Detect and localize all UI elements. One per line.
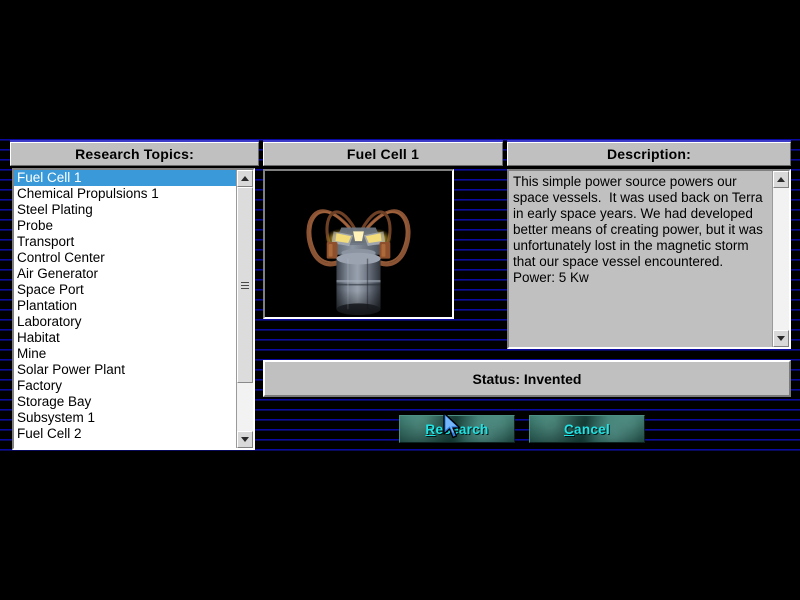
list-item[interactable]: Solar Power Plant (14, 362, 236, 378)
selected-topic-header-label: Fuel Cell 1 (346, 146, 420, 162)
research-topics-header-label: Research Topics: (75, 146, 194, 162)
list-item[interactable]: Space Port (14, 282, 236, 298)
research-list-scroll-up-button[interactable] (237, 170, 253, 187)
list-item[interactable]: Plantation (14, 298, 236, 314)
list-item[interactable]: Laboratory (14, 314, 236, 330)
research-topics-list[interactable]: Fuel Cell 1 Chemical Propulsions 1 Steel P… (14, 170, 236, 448)
list-item[interactable]: Factory (14, 378, 236, 394)
description-header-label: Description: (606, 146, 692, 162)
status-label: Status: Invented (472, 370, 582, 387)
research-button-label: Research (425, 422, 488, 437)
list-item[interactable]: Control Center (14, 250, 236, 266)
research-topics-header: Research Topics: (10, 142, 259, 166)
description-text: This simple power source powers our spac… (513, 174, 767, 285)
research-button[interactable]: Research (399, 415, 515, 443)
scroll-thumb-grip-icon (241, 281, 249, 289)
cancel-button[interactable]: Cancel (529, 415, 645, 443)
list-item[interactable]: Storage Bay (14, 394, 236, 410)
description-header: Description: (507, 142, 791, 166)
scroll-down-arrow-icon (777, 336, 785, 341)
research-topics-listbox[interactable]: Fuel Cell 1 Chemical Propulsions 1 Steel P… (12, 168, 255, 450)
scroll-up-arrow-icon (241, 176, 249, 181)
research-button-rest: esearch (435, 421, 489, 437)
research-list-scroll-thumb[interactable] (237, 187, 253, 383)
description-scroll-up-button[interactable] (773, 171, 789, 188)
description-textbox[interactable]: This simple power source powers our spac… (507, 169, 791, 349)
list-item[interactable]: Habitat (14, 330, 236, 346)
cancel-button-rest: ancel (574, 421, 611, 437)
research-dialog: Research Topics: Fuel Cell 1 Chemical Pro… (10, 140, 791, 452)
selected-topic-header: Fuel Cell 1 (263, 142, 503, 166)
research-list-scrollbar[interactable] (236, 170, 253, 448)
game-screen: Research Topics: Fuel Cell 1 Chemical Pro… (0, 0, 800, 600)
research-list-scroll-track[interactable] (237, 187, 253, 431)
scroll-down-arrow-icon (241, 437, 249, 442)
description-scrollbar[interactable] (772, 171, 789, 347)
fuel-cell-render-icon (265, 171, 452, 317)
list-item[interactable]: Mine (14, 346, 236, 362)
cancel-button-accel: C (563, 421, 575, 437)
list-item[interactable]: Chemical Propulsions 1 (14, 186, 236, 202)
topic-preview-image (263, 169, 454, 319)
research-list-scroll-down-button[interactable] (237, 431, 253, 448)
list-item[interactable]: Transport (14, 234, 236, 250)
list-item[interactable]: Steel Plating (14, 202, 236, 218)
list-item[interactable]: Fuel Cell 1 (14, 170, 236, 186)
description-scroll-down-button[interactable] (773, 330, 789, 347)
list-item[interactable]: Air Generator (14, 266, 236, 282)
list-item[interactable]: Probe (14, 218, 236, 234)
description-scroll-track[interactable] (773, 188, 789, 330)
cancel-button-label: Cancel (564, 422, 610, 437)
research-button-accel: R (425, 421, 436, 437)
list-item[interactable]: Subsystem 1 (14, 410, 236, 426)
scroll-up-arrow-icon (777, 177, 785, 182)
status-panel: Status: Invented (263, 360, 791, 397)
list-item[interactable]: Fuel Cell 2 (14, 426, 236, 442)
